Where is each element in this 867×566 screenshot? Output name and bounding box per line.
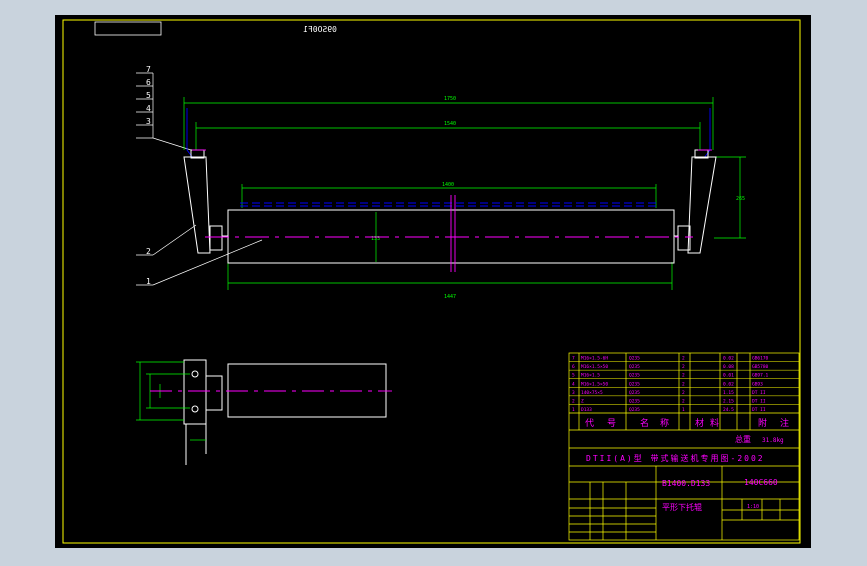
series-title: DTII(A)型 带式输送机专用图-2002 [586, 453, 765, 463]
parts-cell-qty: 2 [682, 381, 685, 387]
dim-roller-length: 1400 [442, 182, 454, 188]
parts-cell-std: GB97.1 [752, 373, 769, 379]
balloon-7: 7 [146, 65, 151, 74]
parts-cell-wt: 0.08 [723, 364, 734, 370]
part-name: 平形下托辊 [662, 502, 702, 512]
parts-cell-spec: M16×1.5 [581, 373, 600, 379]
balloon-6: 6 [146, 78, 151, 87]
stamp-text: 09SO0F1 [303, 25, 337, 34]
header-note: 附 [758, 417, 767, 429]
parts-cell-mat: Q235 [629, 373, 640, 379]
parts-cell-mat: Q235 [629, 398, 640, 404]
header-code: 代 [585, 418, 594, 429]
parts-cell-qty: 1 [682, 407, 685, 413]
parts-cell-spec: 140×75×5 [581, 390, 603, 396]
balloon-3: 3 [146, 117, 151, 126]
parts-cell-qty: 2 [682, 356, 685, 362]
parts-cell-wt: 1.15 [723, 390, 734, 396]
scale: 1:10 [747, 504, 759, 510]
weight-note: 总重 [735, 434, 751, 444]
dim-overall: 1750 [444, 96, 456, 102]
weight-value: 31.8kg [762, 437, 784, 444]
parts-cell-qty: 2 [682, 373, 685, 379]
parts-cell-std: DT II [752, 398, 766, 404]
parts-cell-no: 4 [572, 381, 575, 387]
balloon-4: 4 [146, 104, 151, 113]
parts-cell-mat: Q235 [629, 356, 640, 362]
parts-cell-spec: D133 [581, 407, 592, 413]
drawing-sheet [55, 15, 811, 548]
parts-cell-no: 2 [572, 398, 575, 404]
parts-cell-mat: Q235 [629, 390, 640, 396]
parts-cell-std: GB6170 [752, 356, 769, 362]
parts-cell-spec: M16×1.5-6H [581, 356, 608, 362]
parts-cell-no: 5 [572, 373, 575, 379]
dim-base-length: 1447 [444, 294, 456, 300]
parts-cell-no: 6 [572, 364, 575, 370]
parts-cell-spec: M16×1.5×50 [581, 381, 608, 387]
parts-cell-wt: 0.02 [723, 381, 734, 387]
parts-cell-mat: Q235 [629, 381, 640, 387]
model-number: B1400.D133 [662, 479, 710, 488]
balloon-5: 5 [146, 91, 151, 100]
parts-cell-std: GB5780 [752, 364, 769, 370]
balloon-1: 1 [146, 277, 151, 286]
header-name: 名 [640, 417, 649, 429]
parts-cell-spec: M16×1.5×50 [581, 364, 608, 370]
header-note2: 注 [780, 417, 789, 429]
header-name2: 称 [660, 417, 669, 429]
header-code2: 号 [607, 418, 616, 429]
balloon-2: 2 [146, 247, 151, 256]
parts-cell-qty: 2 [682, 398, 685, 404]
header-material2: 料 [710, 417, 719, 429]
parts-cell-wt: 0.02 [723, 356, 734, 362]
drawing-number: 140C660 [744, 478, 778, 487]
dim-height: 265 [736, 196, 745, 202]
parts-cell-wt: 0.01 [723, 373, 734, 379]
parts-cell-wt: 24.5 [723, 407, 734, 413]
parts-cell-std: GB93 [752, 381, 763, 387]
parts-cell-no: 3 [572, 390, 575, 396]
parts-cell-mat: Q235 [629, 364, 640, 370]
parts-cell-spec: Z [581, 398, 584, 404]
parts-cell-std: DT II [752, 390, 766, 396]
parts-cell-wt: 2.15 [723, 398, 734, 404]
cad-window: 09SO0F1 7 6 5 4 3 2 1 1750 1540 1400 144… [0, 0, 867, 562]
parts-cell-no: 1 [572, 407, 575, 413]
parts-cell-mat: Q235 [629, 407, 640, 413]
header-material: 材 [695, 417, 704, 429]
cad-drawing: 09SO0F1 7 6 5 4 3 2 1 1750 1540 1400 144… [55, 15, 811, 548]
parts-cell-std: DT II [752, 407, 766, 413]
parts-cell-no: 7 [572, 356, 575, 362]
parts-cell-qty: 2 [682, 390, 685, 396]
dim-inner: 1540 [444, 121, 456, 127]
parts-cell-qty: 2 [682, 364, 685, 370]
